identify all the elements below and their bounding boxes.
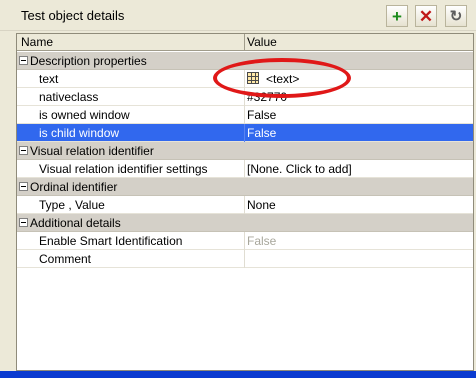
panel-titlebar: Test object details + ✕ ↻ xyxy=(0,0,476,31)
property-name: Type , Value xyxy=(39,198,105,212)
section-row[interactable]: Description properties xyxy=(17,52,473,70)
property-name: Visual relation identifier settings xyxy=(39,162,208,176)
property-row[interactable]: Visual relation identifier settings [None… xyxy=(17,160,473,178)
panel-title: Test object details xyxy=(21,8,125,23)
property-name: Comment xyxy=(39,252,92,266)
property-value[interactable]: False xyxy=(247,234,276,248)
property-value[interactable]: <text> xyxy=(266,72,299,86)
property-row[interactable]: is child window False xyxy=(17,124,473,142)
refresh-icon: ↻ xyxy=(449,7,463,25)
property-row[interactable]: is owned window False xyxy=(17,106,473,124)
column-divider xyxy=(244,88,245,106)
property-name: Enable Smart Identification xyxy=(39,234,183,248)
collapse-icon[interactable] xyxy=(19,182,28,191)
property-row[interactable]: text <text> xyxy=(17,70,473,88)
section-row[interactable]: Ordinal identifier xyxy=(17,178,473,196)
property-row[interactable]: Enable Smart Identification False xyxy=(17,232,473,250)
property-row[interactable]: Comment xyxy=(17,250,473,268)
grid-header: Name Value xyxy=(17,34,473,51)
add-button[interactable]: + xyxy=(386,5,408,27)
property-name: is owned window xyxy=(39,108,130,122)
property-row[interactable]: Type , Value None xyxy=(17,196,473,214)
column-header-name[interactable]: Name xyxy=(21,35,53,50)
section-row[interactable]: Additional details xyxy=(17,214,473,232)
column-divider xyxy=(244,70,245,88)
collapse-icon[interactable] xyxy=(19,218,28,227)
plus-icon: + xyxy=(392,6,402,26)
property-value[interactable]: False xyxy=(247,126,276,140)
taskbar-edge xyxy=(0,371,476,378)
column-divider xyxy=(244,106,245,124)
column-divider xyxy=(244,196,245,214)
section-label: Description properties xyxy=(30,54,147,68)
column-resize-handle[interactable] xyxy=(244,34,245,51)
property-name: is child window xyxy=(39,126,120,140)
close-icon: ✕ xyxy=(418,6,434,26)
property-name: nativeclass xyxy=(39,90,99,104)
column-divider xyxy=(244,232,245,250)
section-label: Visual relation identifier xyxy=(30,144,154,158)
column-header-value[interactable]: Value xyxy=(247,35,277,50)
refresh-button[interactable]: ↻ xyxy=(445,5,467,27)
delete-button[interactable]: ✕ xyxy=(415,5,437,27)
property-value[interactable]: None xyxy=(247,198,276,212)
property-value[interactable]: #32770 xyxy=(247,90,287,104)
property-value[interactable]: False xyxy=(247,108,276,122)
property-value[interactable]: [None. Click to add] xyxy=(247,162,352,176)
property-name: text xyxy=(39,72,59,86)
section-label: Ordinal identifier xyxy=(30,180,118,194)
property-row[interactable]: nativeclass #32770 xyxy=(17,88,473,106)
column-divider xyxy=(244,124,245,142)
column-divider xyxy=(244,160,245,178)
collapse-icon[interactable] xyxy=(19,146,28,155)
table-icon xyxy=(247,72,259,84)
section-label: Additional details xyxy=(30,216,121,230)
section-row[interactable]: Visual relation identifier xyxy=(17,142,473,160)
collapse-icon[interactable] xyxy=(19,56,28,65)
left-panel-strip xyxy=(0,31,16,371)
property-grid[interactable]: Name Value Description properties text <te… xyxy=(16,33,474,371)
column-divider xyxy=(244,250,245,268)
